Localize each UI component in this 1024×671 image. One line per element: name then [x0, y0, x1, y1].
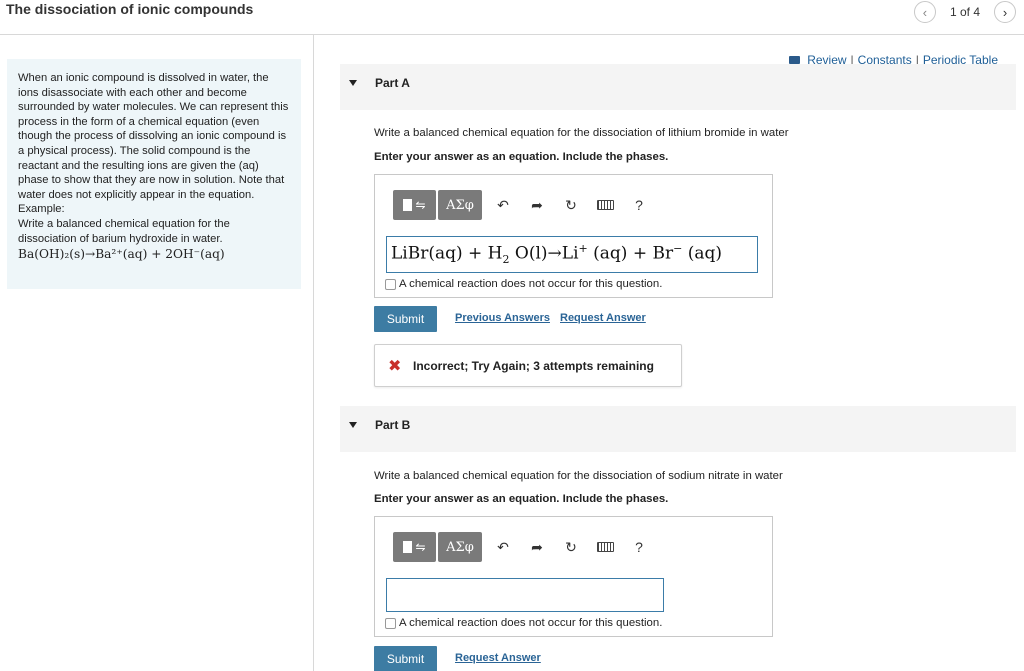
checkbox[interactable] — [385, 617, 396, 629]
no-reaction-label: A chemical reaction does not occur for t… — [399, 617, 663, 629]
part-b-header[interactable]: Part B — [340, 406, 1016, 452]
part-a-header[interactable]: Part A — [340, 64, 1016, 110]
example-formula: Ba(OH)₂(s)→Ba²⁺(aq) + 2OH⁻(aq) — [18, 247, 225, 262]
reset-icon[interactable]: ↻ — [554, 532, 588, 562]
previous-answers-link[interactable]: Previous Answers — [455, 312, 550, 324]
chevron-left-icon[interactable]: ‹ — [913, 1, 936, 23]
column-divider — [313, 35, 314, 671]
page-indicator: 1 of 4 — [949, 5, 980, 19]
part-b-submit-button[interactable]: Submit — [374, 646, 437, 671]
page-title: The dissociation of ionic compounds — [6, 1, 254, 17]
intro-paragraph: When an ionic compound is dissolved in w… — [18, 72, 289, 201]
part-a-label: Part A — [375, 76, 410, 90]
collapse-caret-icon[interactable] — [349, 80, 357, 86]
checkbox[interactable] — [385, 278, 396, 290]
undo-icon[interactable]: ↶ — [486, 532, 520, 562]
math-toolbar: ⇋ ΑΣφ ↶ ➦ ↻ ? — [393, 532, 656, 562]
no-reaction-checkbox[interactable]: A chemical reaction does not occur for t… — [385, 617, 662, 629]
part-b-instruction: Enter your answer as an equation. Includ… — [374, 493, 669, 505]
part-b-question: Write a balanced chemical equation for t… — [374, 470, 783, 482]
no-reaction-label: A chemical reaction does not occur for t… — [399, 278, 663, 290]
intro-panel: When an ionic compound is dissolved in w… — [7, 59, 301, 289]
pager: ‹ 1 of 4 › — [913, 1, 1016, 23]
top-bar: The dissociation of ionic compounds ‹ 1 … — [0, 0, 1024, 35]
keyboard-icon[interactable] — [588, 190, 622, 220]
part-a-answer-box: ⇋ ΑΣφ ↶ ➦ ↻ ? LiBr(aq) + H2 O(l)→Li+ (aq… — [374, 174, 773, 298]
keyboard-icon[interactable] — [588, 532, 622, 562]
feedback-text: Incorrect; Try Again; 3 attempts remaini… — [413, 359, 654, 373]
feedback-message: ✖ Incorrect; Try Again; 3 attempts remai… — [374, 344, 682, 387]
math-toolbar: ⇋ ΑΣφ ↶ ➦ ↻ ? — [393, 190, 656, 220]
redo-icon[interactable]: ➦ — [520, 532, 554, 562]
undo-icon[interactable]: ↶ — [486, 190, 520, 220]
book-icon — [789, 56, 801, 64]
part-a-question: Write a balanced chemical equation for t… — [374, 127, 789, 139]
greek-symbols-button[interactable]: ΑΣφ — [438, 532, 482, 562]
no-reaction-checkbox[interactable]: A chemical reaction does not occur for t… — [385, 278, 662, 290]
example-text: Write a balanced chemical equation for t… — [18, 217, 230, 245]
part-a-request-answer-link[interactable]: Request Answer — [560, 312, 646, 324]
part-b-answer-box: ⇋ ΑΣφ ↶ ➦ ↻ ? A chemical reaction does n… — [374, 516, 773, 637]
part-b-label: Part B — [375, 418, 411, 432]
part-b-equation-input[interactable] — [386, 578, 664, 612]
part-b-request-answer-link[interactable]: Request Answer — [455, 652, 541, 664]
collapse-caret-icon[interactable] — [349, 422, 357, 428]
greek-symbols-button[interactable]: ΑΣφ — [438, 190, 482, 220]
help-button[interactable]: ? — [622, 532, 656, 562]
part-a-instruction: Enter your answer as an equation. Includ… — [374, 151, 669, 163]
redo-icon[interactable]: ➦ — [520, 190, 554, 220]
templates-icon[interactable]: ⇋ — [393, 532, 436, 562]
help-button[interactable]: ? — [622, 190, 656, 220]
reset-icon[interactable]: ↻ — [554, 190, 588, 220]
chevron-right-icon[interactable]: › — [994, 1, 1016, 23]
templates-icon[interactable]: ⇋ — [393, 190, 436, 220]
part-a-equation-input[interactable]: LiBr(aq) + H2 O(l)→Li+ (aq) + Br− (aq) — [386, 236, 758, 273]
part-a-answer-text: LiBr(aq) + H2 O(l)→Li+ (aq) + Br− (aq) — [391, 242, 723, 267]
part-a-submit-button[interactable]: Submit — [374, 306, 437, 332]
x-icon: ✖ — [388, 358, 402, 375]
example-label: Example: — [18, 203, 65, 216]
